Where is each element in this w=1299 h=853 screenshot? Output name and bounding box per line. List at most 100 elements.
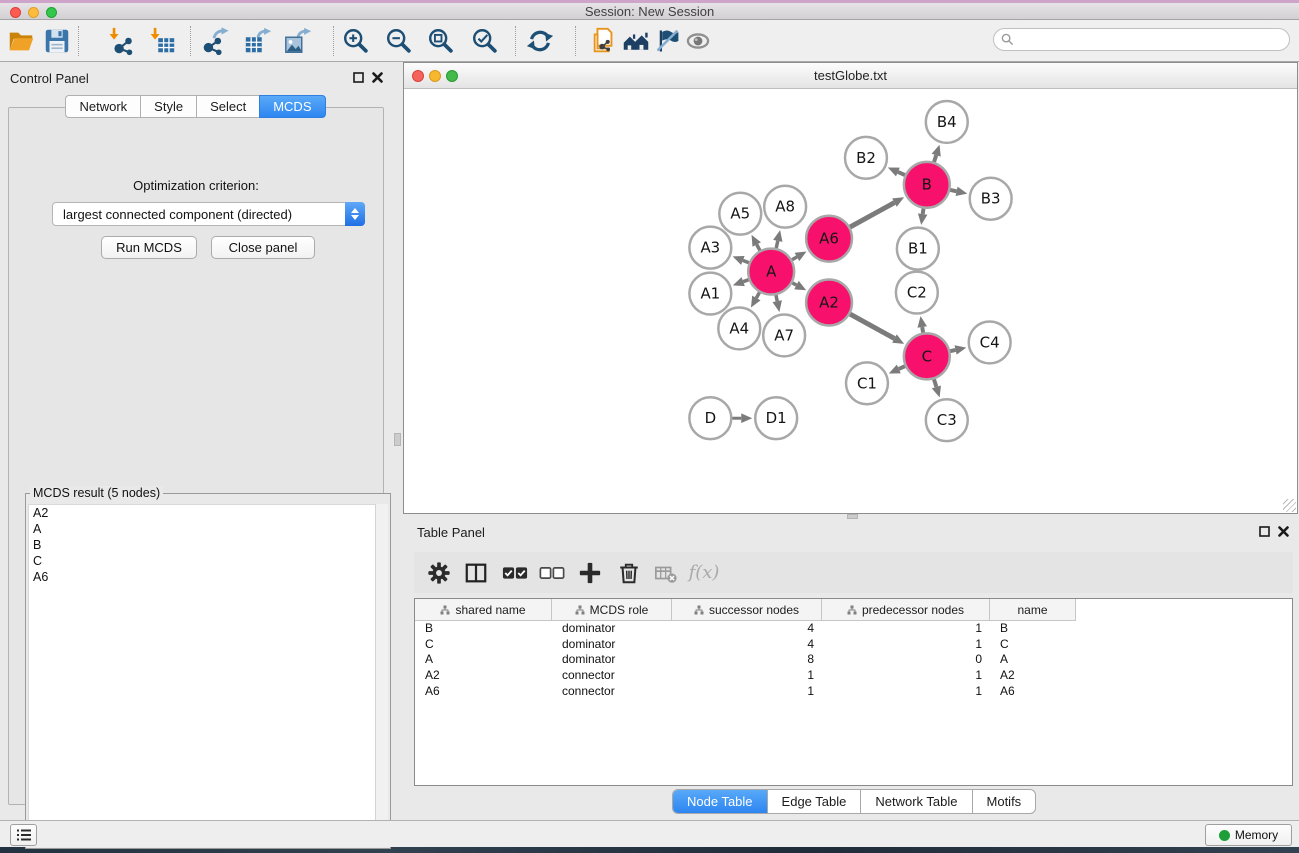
vertical-splitter-handle[interactable] <box>394 433 401 446</box>
edge-B-B1[interactable] <box>918 208 927 224</box>
column-header-successor-nodes[interactable]: successor nodes <box>672 599 822 620</box>
node-B2[interactable]: B2 <box>845 137 887 179</box>
mcds-result-item[interactable]: A <box>29 521 387 537</box>
edge-B-B2[interactable] <box>888 168 905 177</box>
node-C[interactable]: C <box>904 333 950 379</box>
node-B3[interactable]: B3 <box>970 178 1012 220</box>
memory-button[interactable]: Memory <box>1205 824 1292 846</box>
add-column-icon[interactable] <box>576 559 603 586</box>
node-B[interactable]: B <box>904 162 950 208</box>
edge-C-C4[interactable] <box>950 345 966 354</box>
table-row[interactable]: Bdominator41B <box>415 621 1292 637</box>
node-B1[interactable]: B1 <box>897 228 939 270</box>
deselect-all-icon[interactable] <box>538 559 565 586</box>
edge-A-A7[interactable] <box>773 295 782 312</box>
edge-A6-B[interactable] <box>850 197 904 227</box>
import-table-icon[interactable] <box>146 23 178 59</box>
node-A4[interactable]: A4 <box>718 307 760 349</box>
node-A1[interactable]: A1 <box>689 273 731 315</box>
edge-C-C3[interactable] <box>932 379 941 397</box>
show-panels-button[interactable] <box>10 824 37 846</box>
edge-A-A6[interactable] <box>792 251 807 261</box>
tab-motifs[interactable]: Motifs <box>972 790 1036 813</box>
tab-node-table[interactable]: Node Table <box>673 790 767 813</box>
mcds-result-scrollbar[interactable] <box>375 504 388 846</box>
tab-network[interactable]: Network <box>65 95 140 118</box>
node-D1[interactable]: D1 <box>755 397 797 439</box>
show-columns-icon[interactable] <box>462 559 489 586</box>
window-resize-grip[interactable] <box>1283 499 1296 512</box>
table-row[interactable]: A6connector11A6 <box>415 684 1292 700</box>
float-table-panel-icon[interactable] <box>1259 526 1270 537</box>
mcds-result-item[interactable]: B <box>29 537 387 553</box>
delete-column-icon[interactable] <box>615 559 642 586</box>
zoom-out-icon[interactable] <box>383 23 415 59</box>
edge-A-A1[interactable] <box>733 277 749 286</box>
edge-A-A3[interactable] <box>733 256 749 265</box>
save-session-icon[interactable] <box>41 23 73 59</box>
float-panel-icon[interactable] <box>353 72 364 83</box>
node-A[interactable]: A <box>748 249 794 295</box>
node-C3[interactable]: C3 <box>926 399 968 441</box>
edge-A-A5[interactable] <box>752 235 761 251</box>
network-canvas[interactable]: B4 B2 B B3 A8A5 A6 A3 B1 A A1 C2 A2 A4A7 C4 C C1 D D1 C3 <box>404 90 1297 513</box>
edge-A-A2[interactable] <box>792 281 806 290</box>
refresh-icon[interactable] <box>524 23 556 59</box>
tab-mcds[interactable]: MCDS <box>259 95 325 118</box>
column-header-mcds-role[interactable]: MCDS role <box>552 599 672 620</box>
node-A3[interactable]: A3 <box>689 227 731 269</box>
import-network-icon[interactable] <box>105 23 137 59</box>
edge-D-D1[interactable] <box>732 413 752 423</box>
close-table-panel-icon[interactable] <box>1278 526 1289 537</box>
edge-B-B3[interactable] <box>950 187 967 196</box>
edge-A-A4[interactable] <box>751 292 761 307</box>
export-table-icon[interactable] <box>242 23 274 59</box>
edge-C-C1[interactable] <box>889 365 905 374</box>
node-A2[interactable]: A2 <box>806 280 852 326</box>
mcds-result-item[interactable]: A2 <box>29 505 387 521</box>
flag-icon[interactable] <box>653 23 681 59</box>
close-panel-button[interactable]: Close panel <box>211 236 315 259</box>
node-C1[interactable]: C1 <box>846 362 888 404</box>
home-icon[interactable] <box>622 23 650 59</box>
edge-C-C2[interactable] <box>918 316 927 333</box>
table-row[interactable]: A2connector11A2 <box>415 668 1292 684</box>
node-A8[interactable]: A8 <box>764 186 806 228</box>
export-image-icon[interactable] <box>282 23 314 59</box>
tab-edge-table[interactable]: Edge Table <box>767 790 861 813</box>
node-B4[interactable]: B4 <box>926 101 968 143</box>
node-C4[interactable]: C4 <box>969 321 1011 363</box>
copy-network-icon[interactable] <box>590 23 618 59</box>
column-header-shared-name[interactable]: shared name <box>415 599 552 620</box>
eye-icon[interactable] <box>684 23 712 59</box>
tab-network-table[interactable]: Network Table <box>860 790 971 813</box>
function-builder-icon[interactable]: f(x) <box>686 559 722 586</box>
zoom-in-icon[interactable] <box>340 23 372 59</box>
criterion-dropdown[interactable]: largest connected component (directed) <box>52 202 365 226</box>
open-session-icon[interactable] <box>5 23 37 59</box>
mcds-result-item[interactable]: C <box>29 553 387 569</box>
edge-A-A8[interactable] <box>773 230 782 248</box>
edge-A2-C[interactable] <box>850 314 904 344</box>
node-C2[interactable]: C2 <box>896 272 938 314</box>
node-A7[interactable]: A7 <box>763 314 805 356</box>
tab-style[interactable]: Style <box>140 95 196 118</box>
export-network-icon[interactable] <box>199 23 231 59</box>
node-A6[interactable]: A6 <box>806 216 852 262</box>
search-input[interactable] <box>1014 29 1289 50</box>
column-header-name[interactable]: name <box>990 599 1075 620</box>
zoom-fit-icon[interactable] <box>425 23 457 59</box>
mcds-result-item[interactable]: A6 <box>29 569 387 585</box>
delete-table-icon[interactable] <box>652 559 679 586</box>
node-D[interactable]: D <box>689 397 731 439</box>
edge-B-B4[interactable] <box>932 145 941 162</box>
table-row[interactable]: Adominator80A <box>415 652 1292 668</box>
node-A5[interactable]: A5 <box>719 193 761 235</box>
select-all-icon[interactable] <box>501 559 528 586</box>
tab-select[interactable]: Select <box>196 95 259 118</box>
run-mcds-button[interactable]: Run MCDS <box>101 236 197 259</box>
close-panel-icon[interactable] <box>372 72 383 83</box>
table-settings-icon[interactable] <box>425 559 452 586</box>
table-row[interactable]: Cdominator41C <box>415 637 1292 653</box>
column-header-predecessor-nodes[interactable]: predecessor nodes <box>822 599 990 620</box>
